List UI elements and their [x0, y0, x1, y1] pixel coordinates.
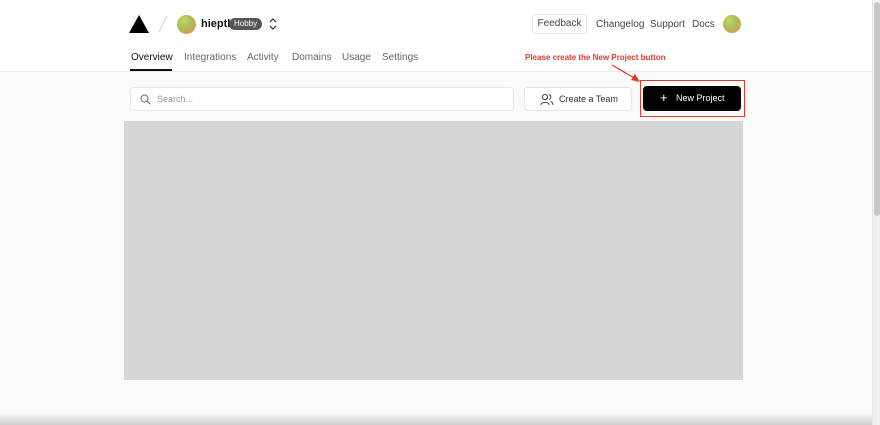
create-team-label: Create a Team [559, 94, 618, 104]
plus-icon: + [660, 90, 668, 105]
support-link[interactable]: Support [650, 19, 685, 30]
changelog-link[interactable]: Changelog [596, 19, 644, 30]
create-team-button[interactable]: Create a Team [524, 87, 632, 111]
new-project-button[interactable]: + New Project [643, 86, 741, 111]
tab-overview[interactable]: Overview [131, 52, 173, 63]
new-project-label: New Project [676, 93, 725, 103]
docs-link[interactable]: Docs [692, 19, 715, 30]
active-tab-indicator [130, 69, 172, 71]
tab-activity[interactable]: Activity [247, 52, 279, 63]
breadcrumb-separator [158, 15, 168, 33]
search-input[interactable] [157, 90, 507, 108]
search-box[interactable] [130, 87, 514, 111]
tab-usage[interactable]: Usage [342, 52, 371, 63]
annotation-text: Please create the New Project button [525, 53, 666, 62]
tab-domains[interactable]: Domains [292, 52, 331, 63]
search-icon [140, 94, 151, 105]
projects-area-placeholder [124, 121, 743, 380]
users-icon [540, 93, 554, 106]
window-bottom-shadow [0, 413, 872, 425]
plan-badge: Hobby [229, 18, 263, 30]
tab-settings[interactable]: Settings [382, 52, 418, 63]
tab-integrations[interactable]: Integrations [184, 52, 236, 63]
team-name[interactable]: hieptl [201, 18, 230, 30]
top-header: hieptl Hobby Feedback Changelog Support … [0, 0, 872, 72]
vertical-scrollbar[interactable] [872, 0, 880, 425]
chevron-up-down-icon[interactable] [268, 17, 278, 31]
feedback-button[interactable]: Feedback [532, 14, 587, 34]
user-avatar[interactable] [723, 15, 741, 33]
scrollbar-thumb[interactable] [874, 2, 880, 216]
team-avatar[interactable] [177, 15, 196, 34]
triangle-logo-icon[interactable] [129, 15, 149, 33]
